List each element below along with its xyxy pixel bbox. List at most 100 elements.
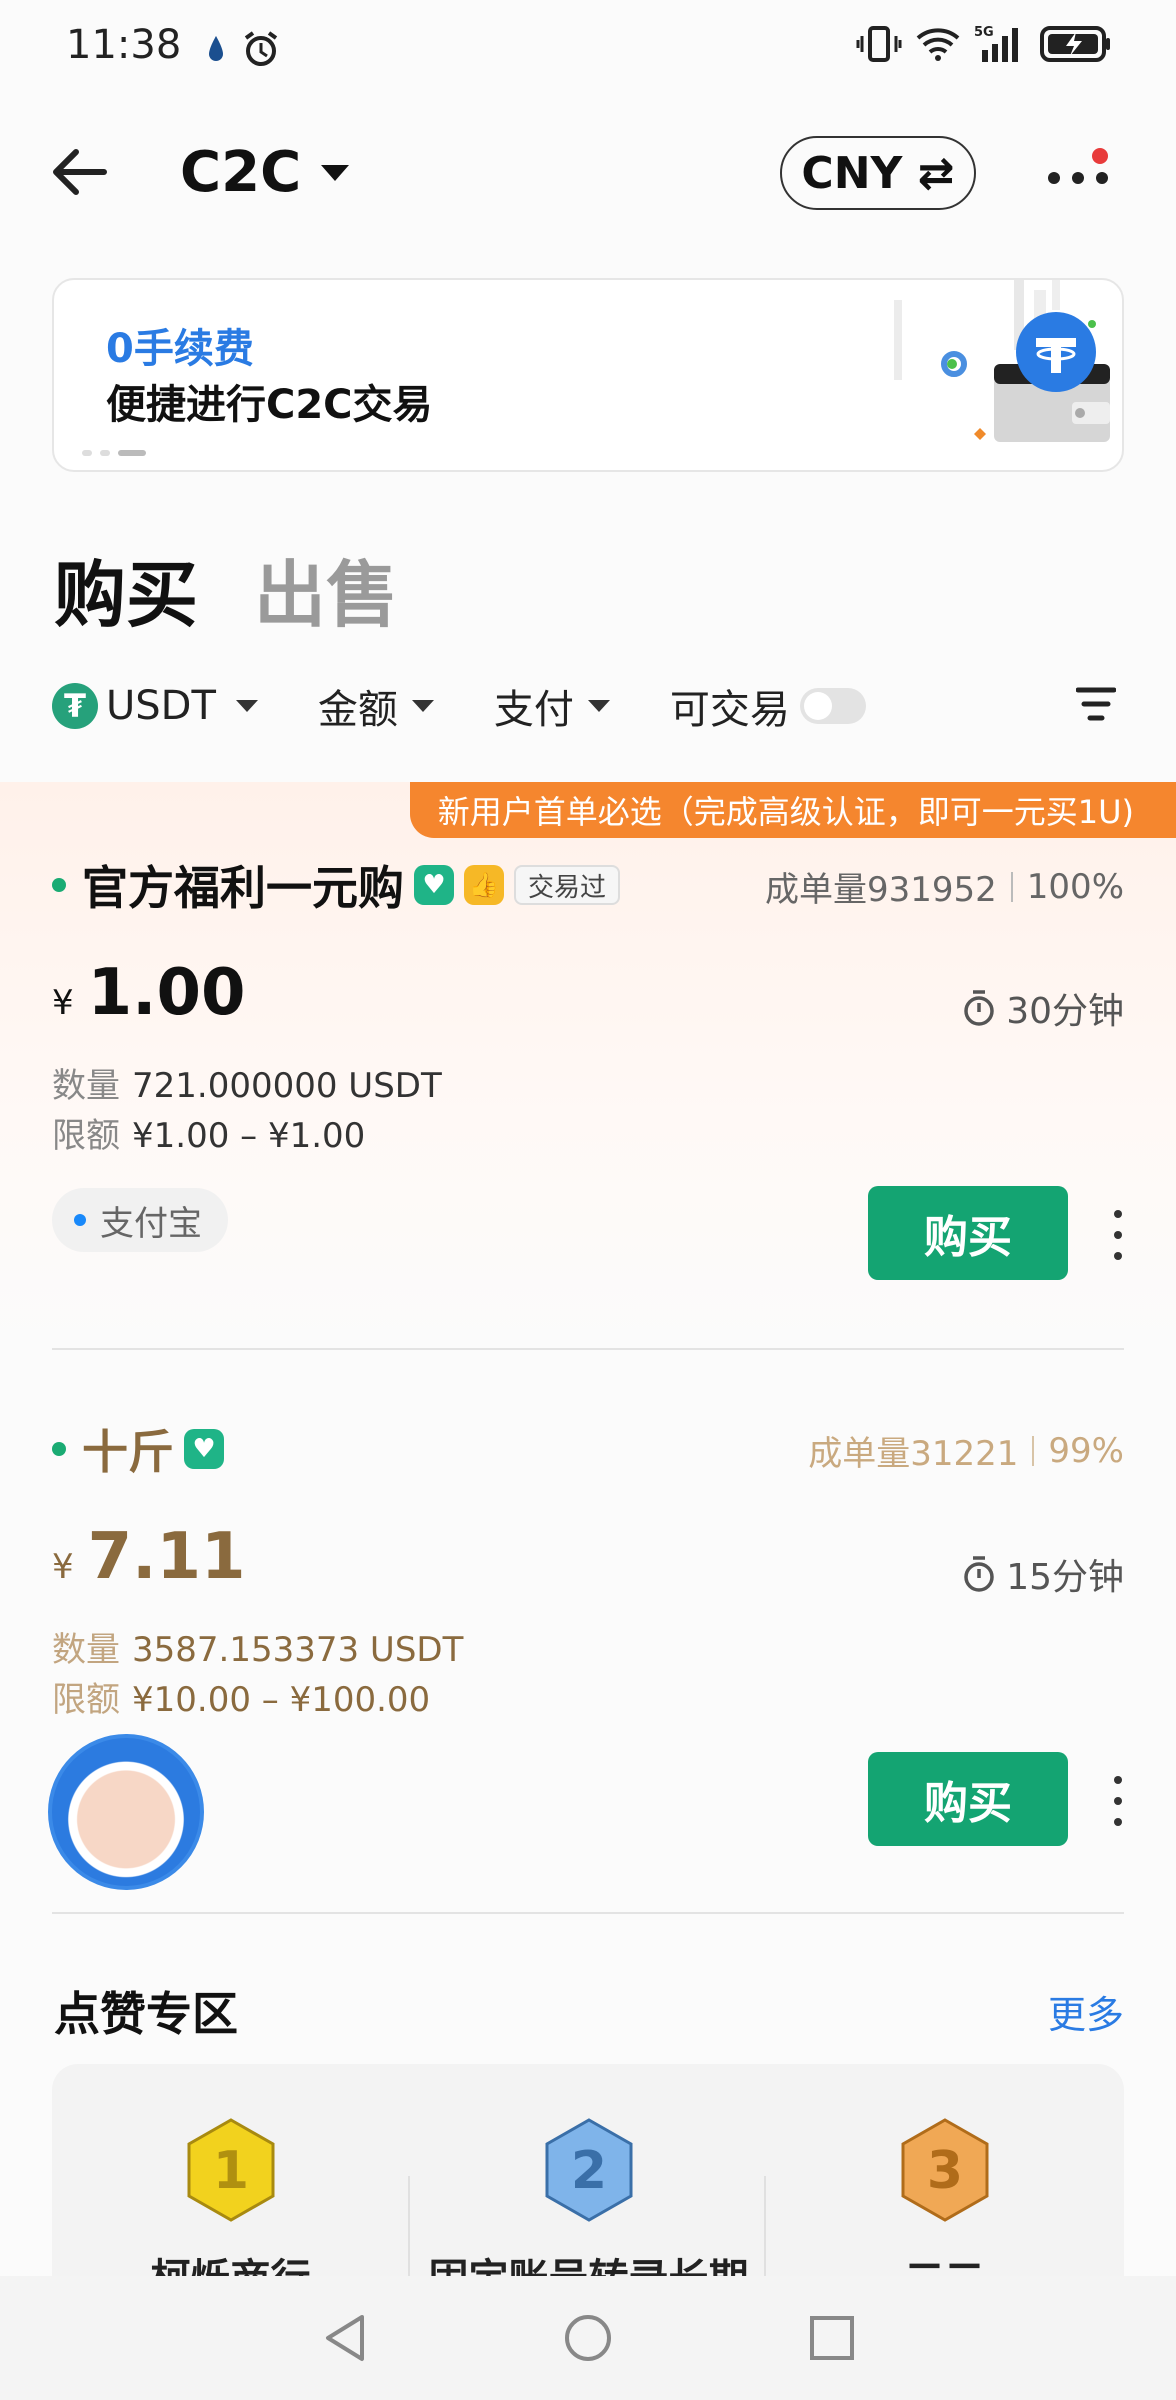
currency-symbol: ¥ xyxy=(52,1547,74,1587)
order-count: 成单量931952 xyxy=(765,870,997,910)
tab-sell[interactable]: 出售 xyxy=(254,536,398,641)
back-arrow-icon[interactable] xyxy=(50,142,110,202)
rank-3-badge-icon: 3 xyxy=(901,2118,988,2222)
completion-rate: 100% xyxy=(1026,866,1124,907)
merchant-stats: 成单量931952 100% xyxy=(765,862,1124,911)
price-value: 1.00 xyxy=(87,956,246,1030)
likes-zone-title: 点赞专区 xyxy=(54,1987,238,2041)
nav-recents-icon xyxy=(810,2316,854,2360)
time-limit: 30分钟 xyxy=(962,982,1124,1034)
wallet-tether-illustration xyxy=(894,280,1110,442)
merchant-stats: 成单量31221 99% xyxy=(808,1426,1124,1475)
status-right-icons: 5G xyxy=(856,24,1112,64)
nav-home-icon xyxy=(565,2315,611,2361)
nav-back-button[interactable] xyxy=(222,2298,466,2378)
timer-icon xyxy=(964,1556,994,1592)
quantity-label: 数量 xyxy=(52,1630,120,1670)
amount-filter-label: 金额 xyxy=(317,687,398,733)
svg-text:5G: 5G xyxy=(974,25,994,40)
status-time: 11:38 xyxy=(66,22,182,68)
buy-button[interactable]: 购买 xyxy=(868,1752,1068,1846)
rank-2-badge-icon: 2 xyxy=(545,2118,632,2222)
quantity-line: 数量 721.000000 USDT xyxy=(52,1058,442,1107)
payment-chip: 支付宝 xyxy=(52,1188,228,1252)
buy-button[interactable]: 购买 xyxy=(868,1186,1068,1280)
divider xyxy=(52,1912,1124,1914)
likes-zone-more-link[interactable]: 更多 xyxy=(1048,1984,1124,2039)
price: ¥ 1.00 xyxy=(52,956,246,1030)
price: ¥ 7.11 xyxy=(52,1520,246,1594)
online-dot xyxy=(52,1442,66,1456)
nav-back-icon xyxy=(326,2315,364,2361)
currency-symbol: ¥ xyxy=(52,983,74,1023)
filter-icon[interactable] xyxy=(1076,684,1116,724)
merchant-name[interactable]: 官方福利一元购 ♥ 👍 交易过 xyxy=(52,852,621,918)
order-count: 成单量31221 xyxy=(808,1434,1019,1474)
rank-1-badge-icon: 1 xyxy=(187,2118,274,2222)
payment-filter-label: 支付 xyxy=(493,687,574,733)
tradable-filter[interactable]: 可交易 xyxy=(670,677,866,735)
limit-label: 限额 xyxy=(52,1116,120,1156)
promo-banner[interactable]: 0手续费 便捷进行C2C交易 xyxy=(52,278,1124,472)
tradable-toggle[interactable] xyxy=(799,688,866,724)
wifi-icon xyxy=(916,28,960,61)
quantity-line: 数量 3587.153373 USDT xyxy=(52,1622,463,1671)
quantity-value: 3587.153373 USDT xyxy=(132,1630,464,1670)
thumbs-up-icon: 👍 xyxy=(464,865,504,905)
time-limit-text: 15分钟 xyxy=(1006,1557,1124,1598)
usdt-icon: ₮ xyxy=(52,683,98,729)
filter-bar: ₮ USDT 金额 支付 可交易 xyxy=(52,676,1124,736)
floating-avatar[interactable] xyxy=(48,1734,204,1890)
limit-label: 限额 xyxy=(52,1680,120,1720)
system-nav-bar xyxy=(0,2276,1176,2400)
status-icons xyxy=(206,30,280,68)
banner-headline: 0手续费 xyxy=(106,326,254,372)
more-menu-icon[interactable] xyxy=(1046,148,1116,198)
online-dot xyxy=(52,878,66,892)
completion-rate: 99% xyxy=(1048,1430,1124,1471)
currency-button[interactable]: CNY ⇄ xyxy=(780,136,976,210)
traded-badge: 交易过 xyxy=(514,865,621,905)
price-value: 7.11 xyxy=(87,1520,246,1594)
merchant-name[interactable]: 十斤 ♥ xyxy=(52,1416,224,1482)
nav-recents-button[interactable] xyxy=(710,2298,954,2378)
time-limit-text: 30分钟 xyxy=(1006,991,1124,1032)
coin-filter[interactable]: ₮ USDT xyxy=(52,683,258,729)
page-title: C2C xyxy=(180,140,302,205)
water-drop-icon xyxy=(209,36,223,61)
tab-buy[interactable]: 购买 xyxy=(54,536,198,641)
payment-method: 支付宝 xyxy=(100,1203,202,1244)
listing-more-icon[interactable] xyxy=(1108,1210,1128,1260)
listing-more-icon[interactable] xyxy=(1108,1776,1128,1826)
limit-value: ¥10.00 – ¥100.00 xyxy=(132,1680,431,1720)
chevron-down-icon xyxy=(587,700,610,712)
vibrate-icon xyxy=(856,26,902,62)
svg-text:2: 2 xyxy=(570,2141,606,2201)
market-selector[interactable]: C2C xyxy=(180,140,350,205)
limit-value: ¥1.00 – ¥1.00 xyxy=(132,1116,366,1156)
amount-filter[interactable]: 金额 xyxy=(318,677,434,735)
coin-filter-label: USDT xyxy=(106,683,216,729)
timer-icon xyxy=(964,990,994,1026)
merchant-name-text: 十斤 xyxy=(82,1425,174,1479)
divider xyxy=(52,1348,1124,1350)
verified-icon: ♥ xyxy=(184,1429,224,1469)
merchant-name-text: 官方福利一元购 xyxy=(82,861,404,915)
alarm-icon xyxy=(244,31,278,66)
quantity-value: 721.000000 USDT xyxy=(132,1066,442,1106)
nav-home-button[interactable] xyxy=(466,2298,710,2378)
limit-line: 限额 ¥1.00 – ¥1.00 xyxy=(52,1108,365,1157)
banner-pager xyxy=(82,450,146,456)
verified-icon: ♥ xyxy=(414,865,454,905)
svg-text:3: 3 xyxy=(926,2141,962,2201)
chevron-down-icon xyxy=(235,700,258,712)
time-limit: 15分钟 xyxy=(962,1548,1124,1600)
battery-charging-icon xyxy=(1040,26,1110,62)
alipay-dot xyxy=(74,1214,86,1226)
quantity-label: 数量 xyxy=(52,1066,120,1106)
svg-text:1: 1 xyxy=(212,2141,248,2201)
payment-filter[interactable]: 支付 xyxy=(494,677,610,735)
chevron-down-icon xyxy=(411,700,434,712)
signal-5g-icon: 5G xyxy=(974,25,1018,62)
tradable-label: 可交易 xyxy=(669,687,790,733)
